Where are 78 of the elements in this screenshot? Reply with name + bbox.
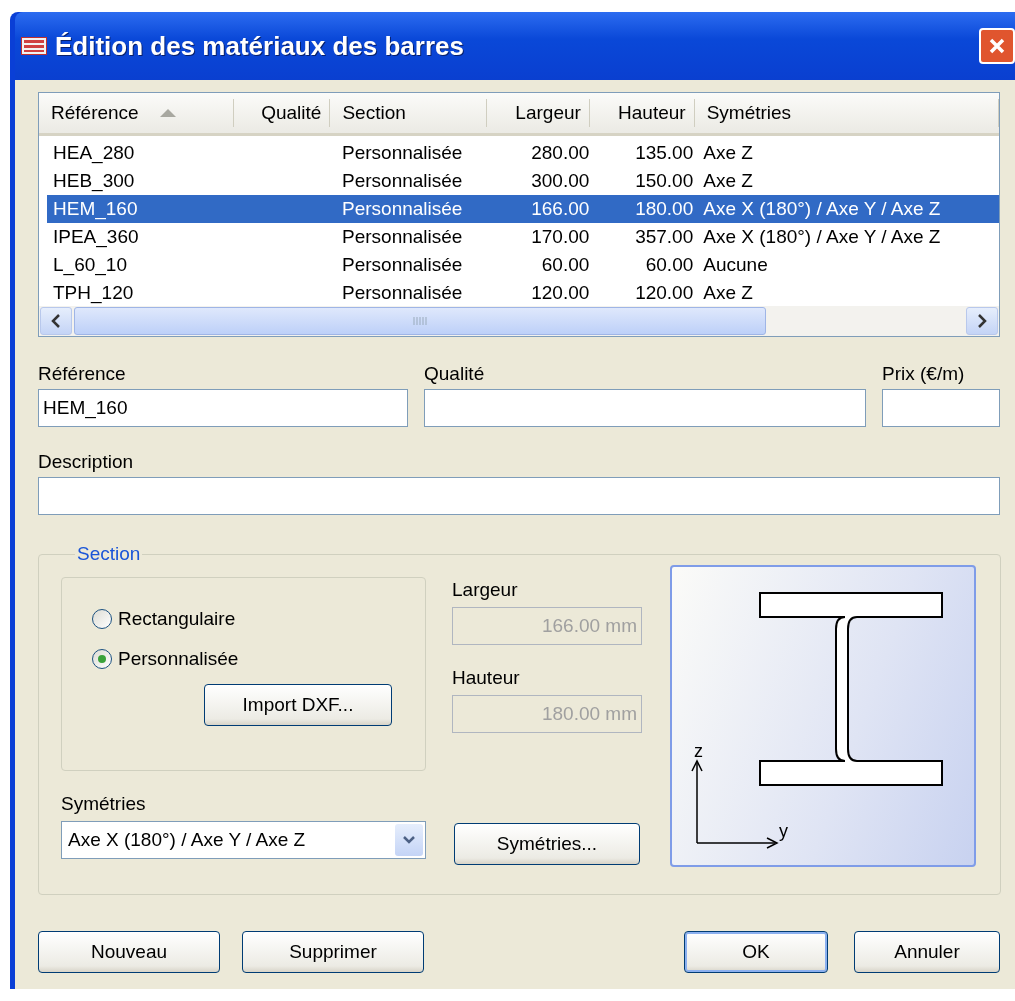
keyboard-icon (21, 37, 47, 55)
description-field[interactable] (38, 477, 1000, 515)
column-header[interactable]: Largeur (487, 99, 590, 127)
scroll-right-button[interactable] (966, 307, 998, 335)
table-cell-text: 300.00 (530, 169, 591, 193)
table-cell-text: 120.00 (530, 281, 591, 305)
chevron-left-icon (51, 314, 61, 328)
table-cell-text: 135.00 (634, 141, 695, 165)
table-cell-text: 150.00 (634, 169, 695, 193)
scroll-left-button[interactable] (40, 307, 72, 335)
list-row[interactable]: L_60_10 Personnalisée 60.00 60.00 Aucune (47, 251, 999, 279)
table-cell-text: Personnalisée (341, 253, 464, 277)
column-header[interactable]: Hauteur (589, 99, 695, 127)
sort-ascending-icon (158, 108, 177, 118)
close-icon (987, 36, 1007, 56)
field-label: Largeur (452, 579, 519, 601)
table-cell-text: L_60_10 (52, 253, 128, 278)
table-cell-text: IPEA_360 (52, 225, 140, 250)
table-cell-text: Personnalisée (341, 225, 464, 249)
table-cell-text: 170.00 (530, 225, 591, 249)
table-cell-text: TPH_120 (52, 281, 135, 306)
table-cell-text: Personnalisée (341, 169, 464, 193)
field-label: Description (38, 451, 135, 473)
list-row[interactable]: HEM_160 Personnalisée 166.00 180.00 Axe X (180°) / Axe Y / Axe Z (47, 195, 999, 223)
axis-label: z (694, 741, 703, 761)
table-cell-text: HEA_280 (52, 141, 136, 166)
price-field[interactable] (882, 389, 1000, 427)
table-cell-text: Aucune (702, 253, 769, 277)
close-button[interactable] (979, 28, 1015, 64)
table-cell-text: 120.00 (634, 281, 695, 305)
field-label: Référence (38, 363, 127, 385)
column-header[interactable]: Qualité (233, 99, 331, 127)
radio-option[interactable]: Personnalisée (92, 648, 425, 670)
list-row[interactable]: HEA_280 Personnalisée 280.00 135.00 Axe Z (47, 139, 999, 167)
table-cell-text: HEM_160 (52, 197, 139, 222)
table-cell-text: Personnalisée (341, 141, 464, 165)
table-cell-text: Axe Z (702, 141, 754, 165)
dialog-button[interactable]: Nouveau (38, 931, 220, 973)
field-label: Qualité (424, 363, 486, 385)
table-cell-text: HEB_300 (52, 169, 136, 194)
symmetries-dropdown[interactable]: Axe X (180°) / Axe Y / Axe Z (61, 821, 426, 859)
table-cell-text: Axe Z (702, 169, 754, 193)
list-row[interactable]: TPH_120 Personnalisée 120.00 120.00 Axe Z (47, 279, 999, 307)
field-label: Hauteur (452, 667, 521, 689)
table-cell-text: Axe X (180°) / Axe Y / Axe Z (702, 197, 942, 221)
table-cell-text: 60.00 (540, 253, 591, 277)
radio-option[interactable]: Rectangulaire (92, 608, 425, 630)
column-header[interactable]: Référence (39, 99, 234, 127)
dialog-button[interactable]: OK (684, 931, 828, 973)
window-title: Édition des matériaux des barres (55, 30, 464, 62)
symmetries-button[interactable]: Symétries... (454, 823, 640, 865)
table-cell-text: Personnalisée (341, 197, 464, 221)
table-cell-text: 180.00 (634, 197, 695, 221)
group-title: Section (76, 543, 142, 565)
chevron-down-icon (402, 835, 416, 845)
import-dxf-button[interactable]: Import DXF... (204, 684, 392, 726)
quality-field[interactable] (424, 389, 866, 427)
column-header[interactable]: Symétries (694, 99, 999, 127)
dialog-button[interactable]: Annuler (854, 931, 1000, 973)
table-cell-text: 280.00 (530, 141, 591, 165)
dialog-button[interactable]: Supprimer (242, 931, 424, 973)
grip-icon (413, 317, 427, 325)
table-cell-text: 166.00 (530, 197, 591, 221)
table-cell-text: Personnalisée (341, 281, 464, 305)
table-cell-text: Axe X (180°) / Axe Y / Axe Z (702, 225, 942, 249)
table-cell-text: 60.00 (644, 253, 695, 277)
chevron-right-icon (977, 314, 987, 328)
field-label: Symétries (61, 793, 147, 815)
list-row[interactable]: HEB_300 Personnalisée 300.00 150.00 Axe Z (47, 167, 999, 195)
scrollbar-thumb[interactable] (74, 307, 766, 335)
horizontal-scrollbar[interactable] (39, 306, 999, 336)
table-cell-text: Axe Z (702, 281, 754, 305)
axis-label: y (779, 821, 788, 841)
reference-field[interactable]: HEM_160 (38, 389, 408, 427)
list-row[interactable]: IPEA_360 Personnalisée 170.00 357.00 Axe X (180°) / Axe Y / Axe Z (47, 223, 999, 251)
table-cell-text: 357.00 (634, 225, 695, 249)
column-header[interactable]: Section (330, 99, 488, 127)
field-label: Prix (€/m) (882, 363, 966, 385)
